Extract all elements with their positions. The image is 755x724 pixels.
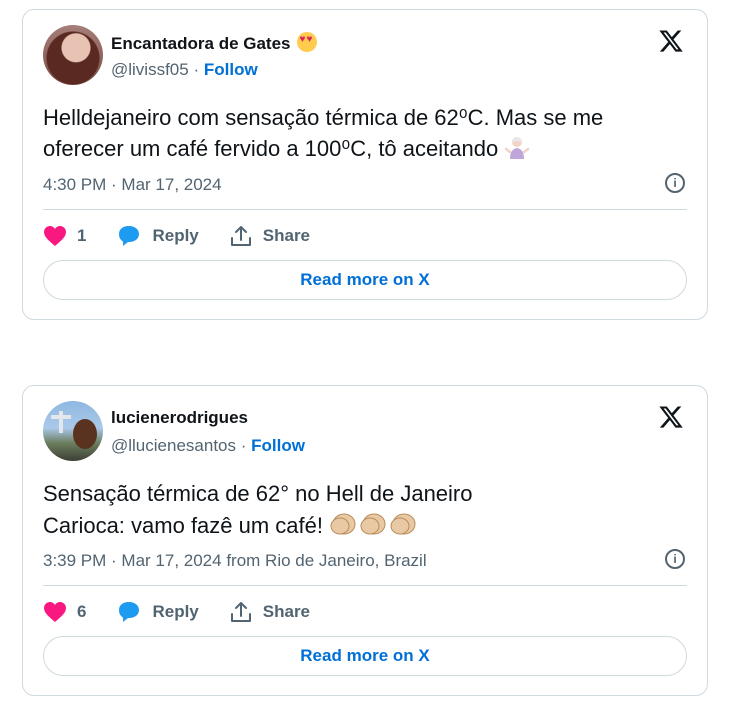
person-shrugging-icon: [505, 137, 530, 159]
info-icon[interactable]: i: [665, 173, 685, 193]
follow-button[interactable]: Follow: [204, 60, 258, 79]
tweet-text-line: Carioca: vamo fazê um café!: [43, 513, 324, 538]
share-label: Share: [262, 602, 311, 621]
share-icon: [230, 602, 251, 622]
display-name[interactable]: lucienerodrigues: [111, 408, 248, 428]
divider: [43, 209, 687, 210]
divider: [43, 585, 687, 586]
reply-icon: [119, 226, 140, 246]
handle[interactable]: @livissf05: [111, 60, 189, 79]
like-count: 1: [77, 226, 87, 245]
follow-button[interactable]: Follow: [251, 436, 305, 455]
handle-row: @llucienesantos · Follow: [111, 436, 305, 456]
share-button[interactable]: Share: [229, 225, 310, 247]
heart-icon: [44, 226, 66, 246]
share-icon: [230, 226, 251, 246]
like-button[interactable]: 1: [43, 225, 86, 247]
tweet-text-line: Sensação térmica de 62° no Hell de Janei…: [43, 481, 473, 506]
tweet-text-line: oferecer um café fervido a 100⁰C, tô ace…: [43, 136, 499, 161]
share-label: Share: [262, 226, 311, 245]
clapping-hands-icon: [330, 513, 416, 535]
read-more-button[interactable]: Read more on X: [43, 260, 687, 300]
separator: ·: [193, 60, 200, 79]
display-name-text[interactable]: lucienerodrigues: [111, 408, 248, 427]
action-bar: 6 Reply Share: [43, 599, 340, 625]
share-button[interactable]: Share: [229, 601, 310, 623]
avatar-face: [73, 419, 97, 449]
tweet-text: Helldejaneiro com sensação térmica de 62…: [43, 102, 683, 164]
tweet-card[interactable]: lucienerodrigues @llucienesantos · Follo…: [22, 385, 708, 696]
x-logo-icon[interactable]: [657, 28, 685, 54]
reply-button[interactable]: Reply: [116, 600, 199, 624]
heart-eyes-icon: [296, 32, 317, 52]
handle[interactable]: @llucienesantos: [111, 436, 236, 455]
timestamp[interactable]: 3:39 PM · Mar 17, 2024 from Rio de Janei…: [43, 551, 427, 571]
timestamp[interactable]: 4:30 PM · Mar 17, 2024: [43, 175, 222, 195]
x-logo-icon[interactable]: [657, 404, 685, 430]
display-name-text[interactable]: Encantadora de Gates: [111, 34, 291, 53]
avatar[interactable]: [43, 25, 103, 85]
display-name[interactable]: Encantadora de Gates: [111, 32, 317, 54]
tweet-text: Sensação térmica de 62° no Hell de Janei…: [43, 478, 683, 541]
info-icon[interactable]: i: [665, 549, 685, 569]
reply-button[interactable]: Reply: [116, 224, 199, 248]
tweet-card[interactable]: Encantadora de Gates @livissf05 · Follow…: [22, 9, 708, 320]
reply-label: Reply: [152, 602, 199, 621]
reply-icon: [119, 602, 140, 622]
reply-label: Reply: [152, 226, 199, 245]
avatar-statue: [59, 411, 63, 433]
heart-icon: [44, 602, 66, 622]
read-more-button[interactable]: Read more on X: [43, 636, 687, 676]
tweet-text-line: Helldejaneiro com sensação térmica de 62…: [43, 105, 604, 130]
separator: ·: [240, 436, 247, 455]
avatar[interactable]: [43, 401, 103, 461]
handle-row: @livissf05 · Follow: [111, 60, 258, 80]
like-count: 6: [77, 602, 87, 621]
action-bar: 1 Reply Share: [43, 223, 340, 249]
like-button[interactable]: 6: [43, 601, 86, 623]
